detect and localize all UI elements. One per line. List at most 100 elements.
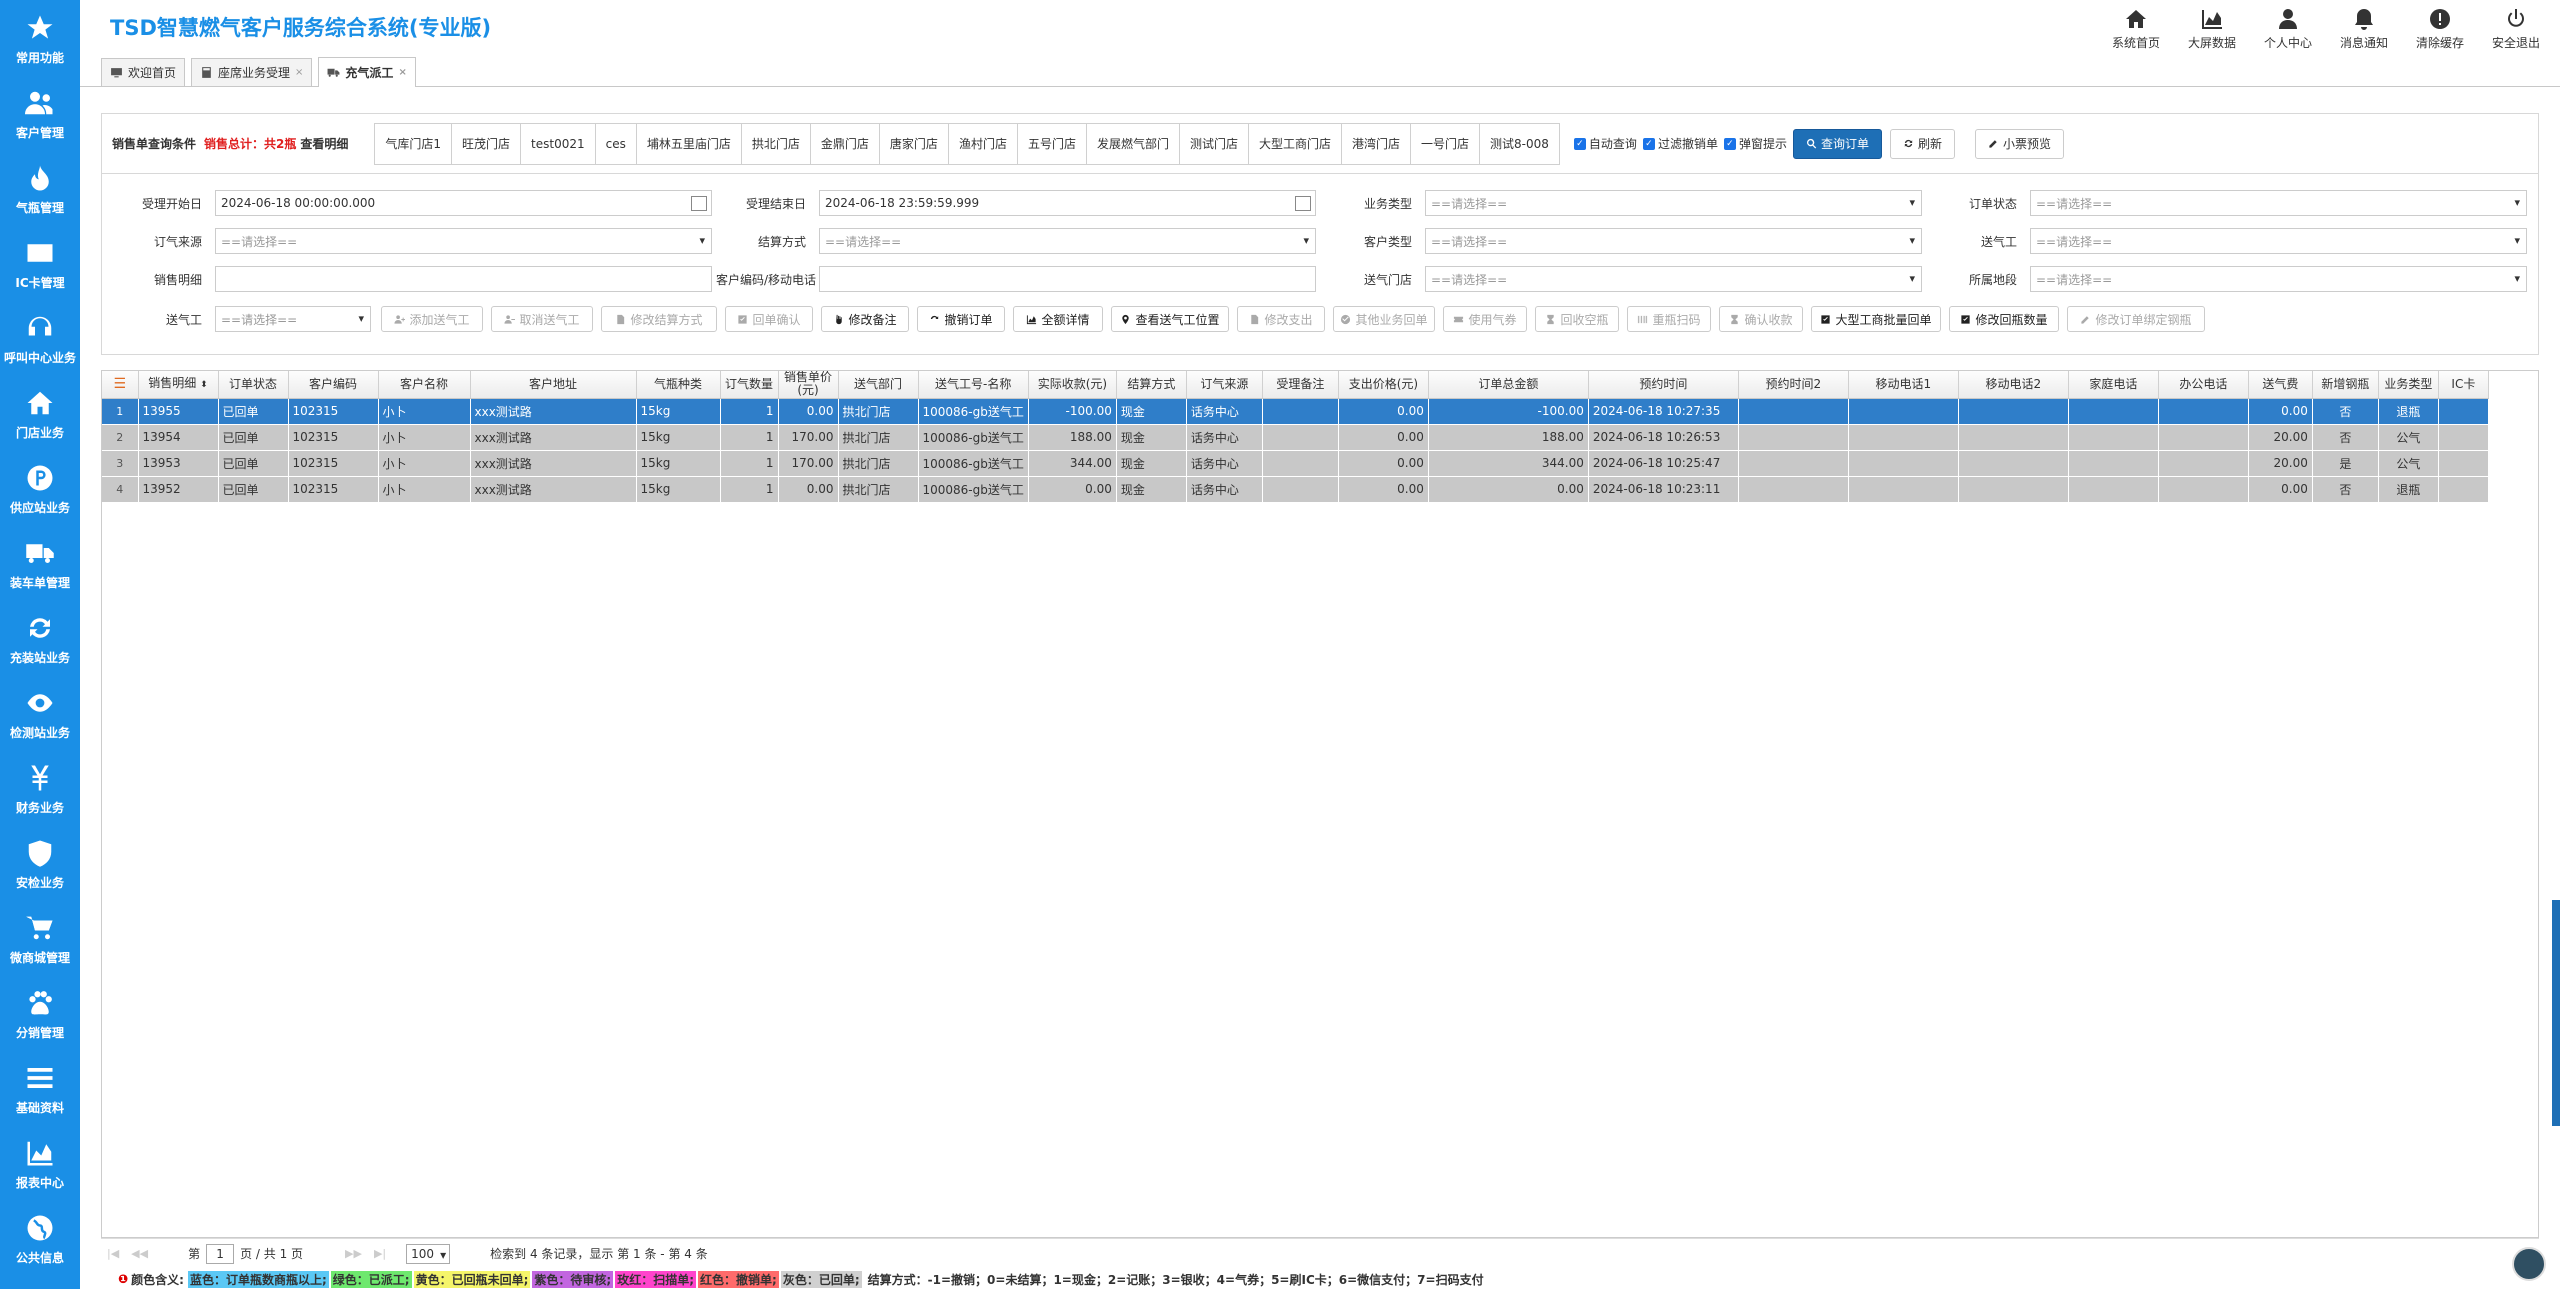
edit-bound-cylinder-button[interactable]: 修改订单绑定钢瓶 [2067,306,2205,332]
confirm-payment-button[interactable]: 确认收款 [1719,306,1803,332]
topnav-logout[interactable]: 安全退出 [2478,4,2554,54]
column-header[interactable]: 办公电话 [2158,371,2249,399]
cancel-worker-button[interactable]: 取消送气工 [491,306,593,332]
recycle-empty-button[interactable]: 回收空瓶 [1535,306,1619,332]
popup-alert-checkbox[interactable]: ✓ 弹窗提示 [1723,135,1787,152]
store-button[interactable]: 港湾门店 [1342,123,1412,164]
customer-type-select[interactable]: ==请选择== [1425,228,1922,254]
page-size-select[interactable]: 100 [406,1243,451,1264]
store-select[interactable]: ==请选择== [1425,266,1922,292]
auto-query-checkbox[interactable]: ✓ 自动查询 [1573,135,1637,152]
customer-code-input[interactable] [819,266,1316,292]
filter-cancelled-checkbox[interactable]: ✓ 过滤撤销单 [1642,135,1718,152]
column-header[interactable]: 订气数量 [720,371,779,399]
column-header[interactable]: 预约时间2 [1738,371,1849,399]
column-header[interactable]: 订单状态 [218,371,289,399]
column-header[interactable]: 业务类型 [2378,371,2439,399]
store-button[interactable]: ces [595,123,637,164]
sidebar-item-cylinders[interactable]: 气瓶管理 [0,152,80,227]
sidebar-item-common[interactable]: 常用功能 [0,2,80,77]
sidebar-item-finance[interactable]: 财务业务 [0,752,80,827]
column-header[interactable]: IC卡 [2438,371,2489,399]
scrollbar[interactable] [2552,900,2560,1126]
order-source-select[interactable]: ==请选择== [215,228,712,254]
topnav-clear-cache[interactable]: 清除缓存 [2402,4,2478,54]
column-header[interactable]: 客户编码 [288,371,379,399]
column-header[interactable]: 送气费 [2248,371,2313,399]
column-header[interactable]: 移动电话1 [1848,371,1959,399]
table-row[interactable]: 4 13952 已回单 102315 小卜 xxx测试路 15kg 1 0.00 拱北门店 1000… [102,476,2489,502]
topnav-notifications[interactable]: 消息通知 [2326,4,2402,54]
next-page-icon[interactable]: ▶▶ [345,1247,362,1260]
use-coupon-button[interactable]: 使用气券 [1443,306,1527,332]
table-row[interactable]: 3 13953 已回单 102315 小卜 xxx测试路 15kg 1 170.00 拱北门店 10… [102,450,2489,476]
calendar-icon[interactable] [691,196,707,211]
page-input[interactable]: 1 [206,1243,235,1264]
column-header[interactable]: 支出价格(元) [1338,371,1429,399]
other-receipt-button[interactable]: 其他业务回单 [1333,306,1435,332]
tab-welcome[interactable]: 欢迎首页 [101,58,186,86]
sidebar-item-basic[interactable]: 基础资料 [0,1052,80,1127]
calendar-icon[interactable] [1295,196,1311,211]
order-status-select[interactable]: ==请选择== [2030,190,2527,216]
column-header[interactable]: 订气来源 [1186,371,1263,399]
store-button[interactable]: 渔村门店 [948,123,1018,164]
sidebar-item-callcenter[interactable]: 呼叫中心业务 [0,302,80,377]
topnav-home[interactable]: 系统首页 [2098,4,2174,54]
column-header[interactable]: 气瓶种类 [636,371,721,399]
sidebar-item-mall[interactable]: 微商城管理 [0,902,80,977]
column-header[interactable]: 销售明细 ⬍ [138,371,219,399]
view-worker-location-button[interactable]: 查看送气工位置 [1111,306,1229,332]
store-button[interactable]: 大型工商门店 [1249,123,1343,164]
column-header[interactable]: 移动电话2 [1958,371,2069,399]
store-button[interactable]: 测试8-008 [1480,123,1559,164]
tab-seat-business[interactable]: 座席业务受理 × [191,58,313,86]
store-button[interactable]: 旺茂门店 [452,123,522,164]
column-header[interactable]: 预约时间 [1588,371,1739,399]
add-worker-button[interactable]: 添加送气工 [381,306,483,332]
sidebar-item-public[interactable]: 公共信息 [0,1202,80,1277]
refresh-button[interactable]: 刷新 [1889,128,1955,159]
sidebar-item-reports[interactable]: 报表中心 [0,1127,80,1202]
store-button[interactable]: 发展燃气部门 [1086,123,1180,164]
edit-remark-button[interactable]: 修改备注 [821,306,909,332]
table-row[interactable]: 2 13954 已回单 102315 小卜 xxx测试路 15kg 1 170.00 拱北门店 10… [102,424,2489,450]
full-cylinder-scan-button[interactable]: 重瓶扫码 [1627,306,1711,332]
store-button[interactable]: 测试门店 [1179,123,1249,164]
sidebar-item-customers[interactable]: 客户管理 [0,77,80,152]
column-header[interactable]: 实际收款(元) [1028,371,1117,399]
edit-expense-button[interactable]: 修改支出 [1237,306,1325,332]
store-button[interactable]: 一号门店 [1411,123,1481,164]
topnav-profile[interactable]: 个人中心 [2250,4,2326,54]
area-select[interactable]: ==请选择== [2030,266,2527,292]
edit-settle-button[interactable]: 修改结算方式 [601,306,717,332]
end-date-input[interactable]: 2024-06-18 23:59:59.999 [819,190,1316,216]
column-header[interactable]: 销售单价(元) [778,371,839,399]
close-icon[interactable]: × [295,67,303,78]
cancel-order-button[interactable]: 撤销订单 [917,306,1005,332]
sidebar-item-safety[interactable]: 安检业务 [0,827,80,902]
topnav-bigscreen[interactable]: 大屏数据 [2174,4,2250,54]
column-header[interactable]: 送气工号-名称 [918,371,1029,399]
column-header[interactable]: 受理备注 [1262,371,1339,399]
sidebar-item-supply[interactable]: 供应站业务 [0,452,80,527]
sidebar-item-filling[interactable]: 充装站业务 [0,602,80,677]
confirm-receipt-button[interactable]: 回单确认 [725,306,813,332]
store-button[interactable]: 五号门店 [1017,123,1087,164]
biz-type-select[interactable]: ==请选择== [1425,190,1922,216]
column-header[interactable]: 结算方式 [1116,371,1187,399]
column-header[interactable]: 新增钢瓶 [2312,371,2379,399]
tab-gas-dispatch[interactable]: 充气派工 × [318,57,416,87]
sidebar-item-distribution[interactable]: 分销管理 [0,977,80,1052]
column-header[interactable]: 送气部门 [838,371,919,399]
settle-method-select[interactable]: ==请选择== [819,228,1316,254]
column-header[interactable]: 客户名称 [378,371,471,399]
sidebar-item-store[interactable]: 门店业务 [0,377,80,452]
full-detail-button[interactable]: 全额详情 [1013,306,1103,332]
sidebar-item-loading[interactable]: 装车单管理 [0,527,80,602]
store-button[interactable]: 金鼎门店 [810,123,880,164]
store-button[interactable]: 气库门店1 [375,123,453,164]
edit-return-qty-button[interactable]: 修改回瓶数量 [1949,306,2059,332]
store-button[interactable]: 埔林五里庙门店 [636,123,742,164]
prev-page-icon[interactable]: ◀◀ [131,1247,148,1260]
